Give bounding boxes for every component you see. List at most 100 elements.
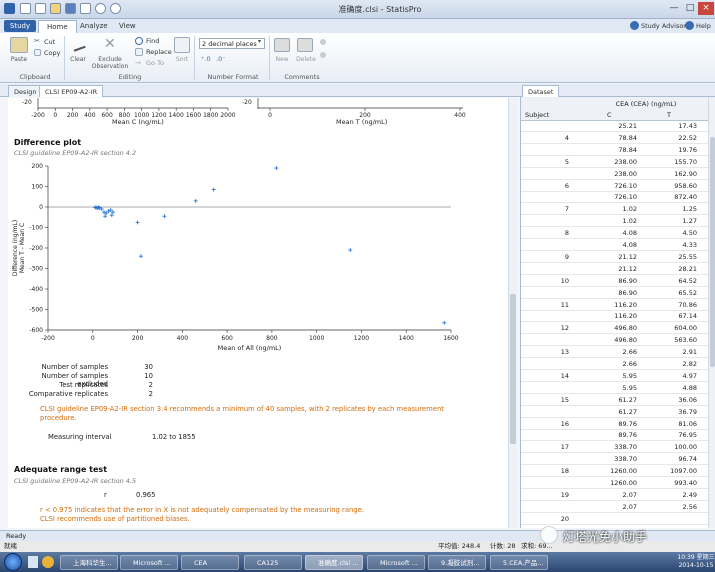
- taskbar-item[interactable]: CEA: [181, 555, 239, 570]
- dataset-row[interactable]: 17 338.70 100.00: [521, 442, 708, 454]
- dataset-c-cell[interactable]: 2.66: [589, 359, 637, 370]
- new-icon[interactable]: [20, 3, 31, 14]
- dataset-c-cell[interactable]: 78.84: [589, 133, 637, 144]
- clear-button[interactable]: Clear: [66, 56, 90, 63]
- taskbar-item[interactable]: Microsoft ...: [367, 555, 425, 570]
- dataset-c-cell[interactable]: 1260.00: [589, 478, 637, 489]
- dataset-t-cell[interactable]: 70.86: [649, 300, 697, 311]
- taskbar-item[interactable]: Microsoft ...: [120, 555, 178, 570]
- goto-button[interactable]: Go To: [146, 59, 164, 67]
- dataset-row[interactable]: 86.90 65.52: [521, 288, 708, 299]
- dataset-t-cell[interactable]: 162.90: [649, 169, 697, 180]
- new-file-icon[interactable]: [35, 3, 46, 14]
- dataset-c-cell[interactable]: 116.20: [589, 300, 637, 311]
- increase-decimal-icon[interactable]: ⁺.0: [201, 55, 211, 63]
- dataset-c-cell[interactable]: 116.20: [589, 311, 637, 322]
- dataset-t-cell[interactable]: 65.52: [649, 288, 697, 299]
- dataset-row[interactable]: 13 2.66 2.91: [521, 347, 708, 359]
- app-icon[interactable]: [4, 3, 15, 14]
- dataset-t-cell[interactable]: 4.97: [649, 371, 697, 382]
- dataset-scrollbar[interactable]: [708, 97, 715, 528]
- decimal-places-select[interactable]: 2 decimal places: [199, 38, 265, 49]
- paste-icon[interactable]: [10, 37, 28, 53]
- dataset-c-cell[interactable]: 21.12: [589, 252, 637, 263]
- dataset-c-cell[interactable]: 2.07: [589, 490, 637, 501]
- study-advisor-button[interactable]: Study Advisor: [641, 22, 686, 30]
- taskbar-item[interactable]: 准确度.clsi ...: [305, 555, 363, 570]
- folder-icon[interactable]: [42, 556, 54, 568]
- start-orb-icon[interactable]: [4, 553, 22, 571]
- dataset-c-cell[interactable]: 2.07: [589, 502, 637, 513]
- dataset-t-cell[interactable]: 2.49: [649, 490, 697, 501]
- dataset-t-cell[interactable]: 1097.00: [649, 466, 697, 477]
- dataset-row[interactable]: 1.02 1.27: [521, 216, 708, 228]
- dataset-t-cell[interactable]: 17.43: [649, 121, 697, 132]
- dataset-row[interactable]: 10 86.90 64.52: [521, 276, 708, 287]
- dataset-c-cell[interactable]: 21.12: [589, 264, 637, 275]
- dataset-row[interactable]: 4.08 4.33: [521, 240, 708, 251]
- dataset-c-cell[interactable]: 5.95: [589, 371, 637, 382]
- dataset-t-cell[interactable]: 4.88: [649, 383, 697, 394]
- dataset-t-cell[interactable]: 958.60: [649, 181, 697, 192]
- dataset-t-cell[interactable]: 36.06: [649, 395, 697, 406]
- dataset-c-cell[interactable]: 1260.00: [589, 466, 637, 477]
- find-button[interactable]: Find: [146, 37, 159, 45]
- dataset-row[interactable]: 25.21 17.43: [521, 121, 708, 132]
- dataset-row[interactable]: 2.07 2.56: [521, 502, 708, 513]
- taskbar-item[interactable]: 5.CEA.产品...: [490, 555, 548, 570]
- dataset-row[interactable]: 496.80 563.60: [521, 335, 708, 347]
- exclude-observation-button[interactable]: Exclude Observation: [90, 56, 130, 70]
- replace-button[interactable]: Replace: [146, 48, 172, 56]
- dataset-row[interactable]: 78.84 19.76: [521, 145, 708, 156]
- maximize-icon[interactable]: □: [682, 2, 698, 15]
- dataset-t-cell[interactable]: 100.00: [649, 442, 697, 453]
- tab-home[interactable]: Home: [38, 20, 77, 33]
- dataset-t-cell[interactable]: 4.33: [649, 240, 697, 251]
- dataset-c-cell[interactable]: 338.70: [589, 442, 637, 453]
- dataset-t-cell[interactable]: 1.27: [649, 216, 697, 227]
- dataset-row[interactable]: 89.76 76.95: [521, 430, 708, 442]
- dataset-scrollbar-thumb[interactable]: [710, 137, 715, 367]
- dataset-row[interactable]: 9 21.12 25.55: [521, 252, 708, 263]
- sort-button[interactable]: Sort: [172, 56, 192, 63]
- dataset-row[interactable]: 21.12 28.21: [521, 264, 708, 275]
- save-icon[interactable]: [65, 3, 76, 14]
- dataset-row[interactable]: 7 1.02 1.25: [521, 204, 708, 216]
- dataset-c-cell[interactable]: 25.21: [589, 121, 637, 132]
- dataset-row[interactable]: 18 1260.00 1097.00: [521, 466, 708, 478]
- dataset-c-cell[interactable]: 78.84: [589, 145, 637, 156]
- dataset-t-cell[interactable]: 36.79: [649, 407, 697, 418]
- tab-design[interactable]: Design: [8, 85, 43, 97]
- tab-analyze[interactable]: Analyze: [72, 20, 116, 33]
- previous-comment-icon[interactable]: [320, 39, 326, 45]
- dataset-c-cell[interactable]: 61.27: [589, 395, 637, 406]
- dataset-c-cell[interactable]: 1.02: [589, 216, 637, 227]
- dataset-row[interactable]: 4 78.84 22.52: [521, 133, 708, 144]
- dataset-t-cell[interactable]: 64.52: [649, 276, 697, 287]
- dataset-c-cell[interactable]: 86.90: [589, 276, 637, 287]
- dataset-t-cell[interactable]: 19.76: [649, 145, 697, 156]
- taskbar-item[interactable]: 9.凝胶试剂...: [428, 555, 486, 570]
- dataset-row[interactable]: 726.10 872.40: [521, 192, 708, 204]
- cut-button[interactable]: Cut: [44, 38, 55, 46]
- dataset-c-cell[interactable]: 89.76: [589, 430, 637, 441]
- dataset-c-cell[interactable]: 2.66: [589, 347, 637, 358]
- tab-clsi-ep09[interactable]: CLSI EP09-A2-IR: [39, 85, 104, 97]
- dataset-c-cell[interactable]: 5.95: [589, 383, 637, 394]
- dataset-c-cell[interactable]: 726.10: [589, 192, 637, 203]
- undo-icon[interactable]: [95, 3, 106, 14]
- delete-comment-button[interactable]: Delete: [294, 56, 318, 63]
- taskbar-item[interactable]: CA125: [244, 555, 302, 570]
- dataset-c-cell[interactable]: 4.08: [589, 240, 637, 251]
- dataset-c-cell[interactable]: 89.76: [589, 419, 637, 430]
- scrollbar-thumb[interactable]: [510, 294, 516, 444]
- print-icon[interactable]: [80, 3, 91, 14]
- minimize-icon[interactable]: —: [666, 2, 682, 15]
- dataset-c-cell[interactable]: 726.10: [589, 181, 637, 192]
- report-scrollbar[interactable]: [508, 98, 517, 528]
- dataset-t-cell[interactable]: 563.60: [649, 335, 697, 346]
- dataset-row[interactable]: 11 116.20 70.86: [521, 300, 708, 311]
- new-comment-button[interactable]: New: [272, 56, 292, 63]
- dataset-t-cell[interactable]: 2.91: [649, 347, 697, 358]
- help-button[interactable]: Help: [696, 22, 711, 30]
